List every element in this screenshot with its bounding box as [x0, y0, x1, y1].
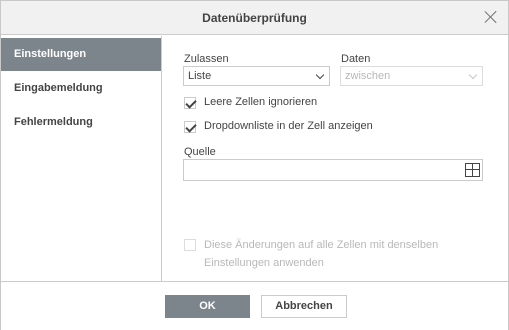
ignore-blank-label: Leere Zellen ignorieren [204, 96, 318, 108]
data-validation-dialog: Datenüberprüfung Einstellungen Eingabeme… [0, 0, 509, 330]
sidebar-item-einstellungen[interactable]: Einstellungen [1, 38, 161, 71]
ignore-blank-checkbox[interactable] [184, 97, 196, 109]
sidebar: Einstellungen Eingabemeldung Fehlermeldu… [1, 36, 162, 281]
source-input[interactable] [183, 159, 483, 181]
data-label: Daten [341, 53, 371, 65]
allow-select-value: Liste [188, 70, 212, 82]
source-label: Quelle [184, 146, 216, 158]
sidebar-item-eingabemeldung[interactable]: Eingabemeldung [1, 71, 161, 105]
dialog-titlebar: Datenüberprüfung [1, 1, 508, 35]
data-select: zwischen [340, 66, 483, 86]
ok-button[interactable]: OK [165, 295, 250, 318]
chevron-down-icon [315, 70, 325, 80]
allow-select[interactable]: Liste [183, 66, 330, 86]
apply-all-label: Diese Änderungen auf alle Zellen mit den… [204, 239, 439, 269]
in-cell-dropdown-label: Dropdownliste in der Zell anzeigen [204, 120, 373, 132]
close-icon[interactable] [484, 10, 498, 24]
sidebar-item-fehlermeldung[interactable]: Fehlermeldung [1, 105, 161, 139]
apply-all-checkbox [184, 239, 196, 251]
in-cell-dropdown-checkbox[interactable] [184, 121, 196, 133]
range-select-icon[interactable] [465, 163, 480, 177]
allow-label: Zulassen [184, 53, 229, 65]
chevron-down-icon [468, 70, 478, 80]
dialog-title: Datenüberprüfung [202, 11, 307, 25]
data-select-value: zwischen [345, 70, 391, 82]
cancel-button[interactable]: Abbrechen [261, 295, 347, 318]
dialog-footer: OK Abbrechen [1, 281, 508, 330]
